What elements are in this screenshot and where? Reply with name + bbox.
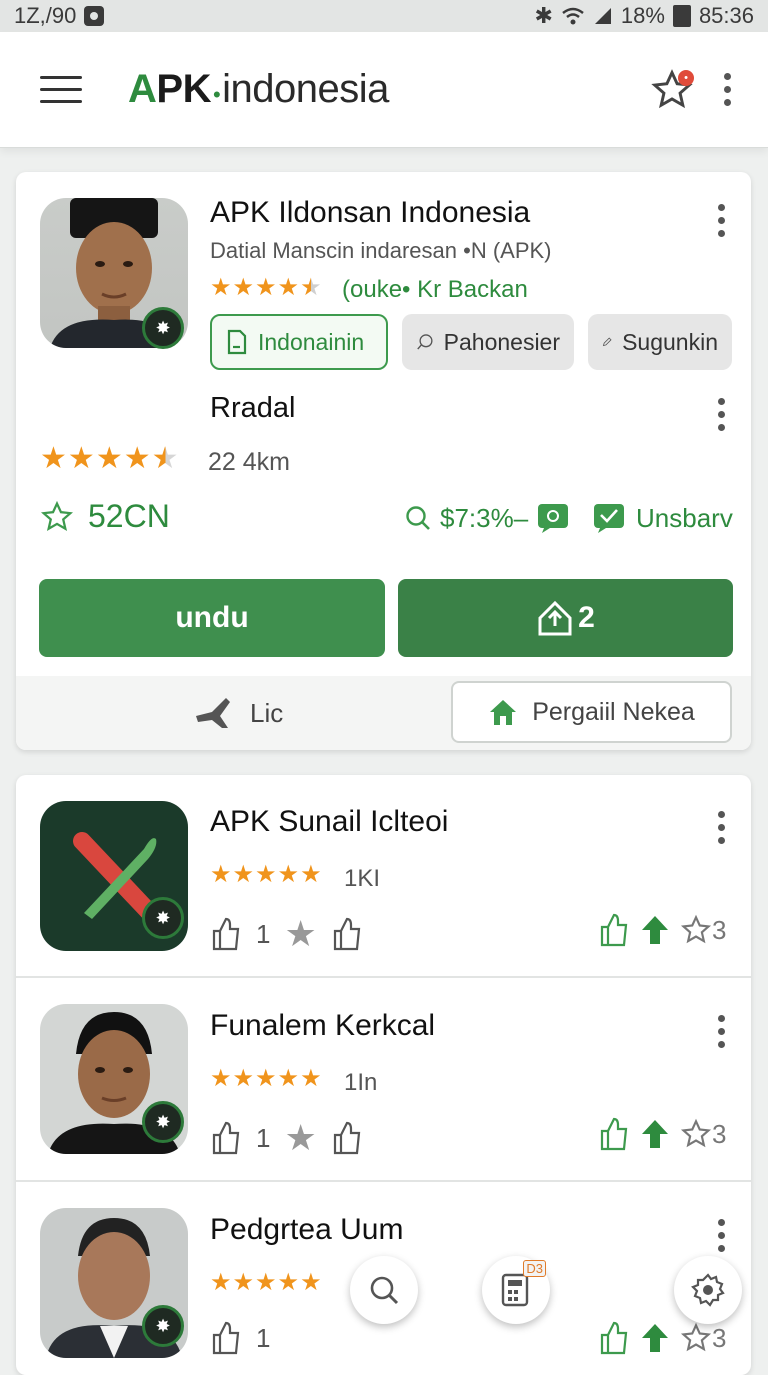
arrow-up-icon[interactable] xyxy=(640,914,670,946)
item-actions: 1 xyxy=(210,1321,270,1355)
status-bar: 1Z,/90 ✱ 18% 85:36 xyxy=(0,0,768,32)
settings-chat-icon xyxy=(538,504,569,533)
distance-label: 22 4km xyxy=(208,448,290,476)
share-button[interactable]: 2 xyxy=(398,579,733,657)
star-outline-icon[interactable] xyxy=(680,1118,712,1150)
verified-badge-icon: ✸ xyxy=(142,1305,184,1347)
check-message-icon xyxy=(594,504,624,533)
thumbs-up-icon[interactable] xyxy=(331,1121,363,1155)
star-icon[interactable]: ★ xyxy=(284,1117,316,1159)
status-label[interactable]: Unsbarv xyxy=(592,502,733,534)
item-menu-icon[interactable] xyxy=(716,811,726,844)
battery-icon xyxy=(672,5,691,27)
app-bar: A PK • indonesia • xyxy=(0,32,768,148)
pergaiil-nekea-button[interactable]: Pergaiil Nekea xyxy=(451,681,732,743)
home-share-icon xyxy=(538,600,572,636)
pencil-icon xyxy=(602,337,612,347)
notification-dot: • xyxy=(678,69,694,86)
status-time: 1Z,/90 xyxy=(14,3,77,28)
wifi-icon xyxy=(562,7,584,25)
notification-icon xyxy=(84,6,105,26)
search-icon xyxy=(370,1276,399,1305)
section-menu-icon[interactable] xyxy=(716,398,726,431)
verified-badge-icon: ✸ xyxy=(142,307,184,349)
search-fab[interactable] xyxy=(350,1256,418,1324)
item-side-actions: 3 xyxy=(598,913,726,947)
thumbs-up-icon[interactable] xyxy=(331,917,363,951)
rating-caption: (ouke• Kr Backan xyxy=(342,276,528,303)
thumbs-up-icon[interactable] xyxy=(210,1121,242,1155)
app-logo: A PK • indonesia xyxy=(128,67,389,111)
card-menu-icon[interactable] xyxy=(716,204,726,237)
favorites-count: 52CN xyxy=(40,498,170,535)
thumbs-up-icon[interactable] xyxy=(210,917,242,951)
upvote-outline-icon[interactable] xyxy=(598,1321,630,1355)
app-subtitle: Datial Manscin indaresan •N (APK) xyxy=(210,238,552,263)
star-outline-icon xyxy=(40,500,74,531)
upvote-outline-icon[interactable] xyxy=(598,1117,630,1151)
calculator-fab[interactable]: D3 xyxy=(482,1256,550,1324)
fab-badge: D3 xyxy=(523,1260,546,1277)
divider xyxy=(16,1180,751,1182)
rating-stars: ★ ★ ★ ★ ★ xyxy=(210,861,322,888)
bluetooth-icon: ✱ xyxy=(534,3,553,28)
verified-badge-icon: ✸ xyxy=(142,1101,184,1143)
status-clock: 85:36 xyxy=(698,3,754,28)
battery-percent: 18% xyxy=(620,3,665,28)
lic-link[interactable]: Lic xyxy=(194,696,283,730)
favorites-button[interactable]: • xyxy=(650,68,694,112)
item-menu-icon[interactable] xyxy=(716,1219,726,1252)
star-outline-icon[interactable] xyxy=(680,914,712,946)
settings-fab[interactable] xyxy=(674,1256,742,1324)
featured-app-card: ✸ APK Ildonsan Indonesia Datial Manscin … xyxy=(16,172,751,750)
chip-sugunkin[interactable]: Sugunkin xyxy=(588,314,732,370)
upvote-outline-icon[interactable] xyxy=(598,913,630,947)
thumbs-up-icon[interactable] xyxy=(210,1321,242,1355)
download-button[interactable]: undu xyxy=(39,579,385,657)
arrow-up-icon[interactable] xyxy=(640,1118,670,1150)
rating-stars: ★ ★ ★ ★ ★ xyxy=(210,1065,322,1092)
item-actions: 1 ★ xyxy=(210,913,363,955)
chip-pahonesier[interactable]: Pahonesier xyxy=(402,314,574,370)
divider xyxy=(16,976,751,978)
menu-icon[interactable] xyxy=(40,76,82,103)
list-item-title: APK Sunail Iclteoi xyxy=(210,805,449,838)
section-title: Rradal xyxy=(210,392,296,424)
file-icon xyxy=(227,329,247,355)
comment-icon xyxy=(417,334,433,350)
plane-icon xyxy=(196,698,230,728)
arrow-up-icon[interactable] xyxy=(640,1322,670,1354)
search-icon xyxy=(406,506,430,530)
gear-icon xyxy=(691,1273,725,1307)
search-stat[interactable]: $7:3%– xyxy=(404,502,570,534)
star-icon[interactable]: ★ xyxy=(284,913,316,955)
review-count: 1In xyxy=(344,1069,378,1096)
rating-stars: ★ ★ ★ ★ ★ xyxy=(210,1269,322,1296)
item-menu-icon[interactable] xyxy=(716,1015,726,1048)
item-actions: 1 ★ xyxy=(210,1117,363,1159)
section-rating-stars: ★ ★ ★ ★ ★ xyxy=(40,442,179,475)
signal-icon xyxy=(594,8,611,24)
review-count: 1KI xyxy=(344,865,381,892)
list-item-title: Pedgrtea Uum xyxy=(210,1213,404,1246)
rating-stars: ★ ★ ★ ★ ★ xyxy=(210,274,322,301)
star-outline-icon[interactable] xyxy=(680,1322,712,1354)
app-title[interactable]: APK Ildonsan Indonesia xyxy=(210,196,530,230)
list-item-title: Funalem Kerkcal xyxy=(210,1009,436,1042)
item-side-actions: 3 xyxy=(598,1321,726,1355)
item-side-actions: 3 xyxy=(598,1117,726,1151)
verified-badge-icon: ✸ xyxy=(142,897,184,939)
home-icon xyxy=(490,700,517,725)
overflow-menu-icon[interactable] xyxy=(722,73,732,106)
chip-indonainin[interactable]: Indonainin xyxy=(210,314,388,370)
